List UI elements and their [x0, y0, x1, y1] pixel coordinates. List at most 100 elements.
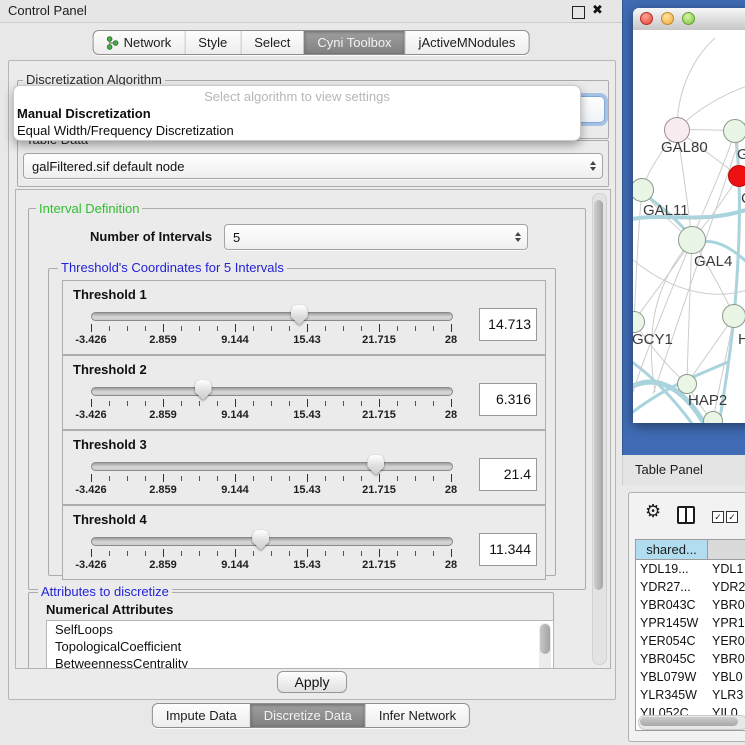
tick-label: 28 — [445, 559, 457, 571]
column-header-name[interactable]: na — [708, 540, 745, 560]
tick-label: 21.715 — [362, 559, 396, 571]
cyni-toolbox-panel: Discretization Algorithm Select algorith… — [8, 60, 616, 700]
slider-tick-labels: -3.4262.8599.14415.4321.71528 — [91, 334, 451, 348]
numerical-attributes-label: Numerical Attributes — [46, 602, 173, 617]
slider-thumb[interactable] — [291, 305, 308, 325]
tab-infer-network[interactable]: Infer Network — [365, 704, 469, 727]
slider-major-ticks — [91, 324, 452, 332]
minimize-traffic-light-icon[interactable] — [661, 12, 674, 25]
close-icon[interactable]: ✖ — [592, 2, 603, 18]
node-label: HAP2 — [688, 392, 727, 409]
settings-scrollbar[interactable] — [592, 193, 607, 665]
node-label: GA — [737, 146, 745, 163]
table-row[interactable]: YBR043CYBR0 — [636, 596, 745, 614]
table-data-combobox[interactable]: galFiltered.sif default node — [23, 153, 603, 179]
tab-select[interactable]: Select — [240, 31, 303, 54]
slider-track[interactable] — [91, 387, 453, 396]
panel-title: Control Panel — [8, 3, 87, 18]
network-window-titlebar — [633, 8, 745, 31]
tick-label: 15.43 — [293, 484, 321, 496]
table-panel-body: ⚙ ✓ ✓ shared... na YDL19...YDL1 YDR27...… — [622, 485, 745, 745]
list-item[interactable]: TopologicalCoefficient — [47, 638, 553, 655]
split-columns-icon[interactable] — [677, 506, 695, 524]
network-window-frame: GAL80 GA C GAL11 GAL4 GCY1 H HAP2 — [622, 0, 745, 455]
network-node-highlighted[interactable] — [728, 165, 745, 187]
threshold-1-slider[interactable]: -3.4262.8599.14415.4321.71528 — [63, 281, 545, 354]
threshold-3-value-field[interactable]: 21.4 — [479, 458, 537, 491]
slider-tick-labels: -3.4262.8599.14415.4321.71528 — [91, 484, 451, 498]
network-node[interactable] — [723, 119, 745, 143]
checkbox-icon[interactable]: ✓ — [726, 511, 738, 523]
slider-thumb[interactable] — [195, 380, 212, 400]
list-scrollbar[interactable] — [539, 623, 551, 669]
table-row[interactable]: YDL19...YDL1 — [636, 560, 745, 578]
network-icon — [107, 36, 119, 50]
tab-network[interactable]: Network — [94, 31, 185, 54]
checkbox-icon[interactable]: ✓ — [712, 511, 724, 523]
settings-scroll-area: Interval Definition Number of Intervals … — [15, 189, 611, 669]
table-row[interactable]: YBR045CYBR0 — [636, 650, 745, 668]
tick-label: 2.859 — [149, 559, 177, 571]
dropdown-option-manual[interactable]: Manual Discretization — [14, 105, 580, 122]
threshold-2-value-field[interactable]: 6.316 — [479, 383, 537, 416]
column-header-shared-name[interactable]: shared... — [636, 540, 708, 560]
threshold-3-slider[interactable]: -3.4262.8599.14415.4321.71528 — [63, 431, 545, 504]
close-traffic-light-icon[interactable] — [640, 12, 653, 25]
threshold-2-panel: Threshold 2 -3.4262.8599.14415.4321.7152… — [62, 355, 546, 430]
table-row[interactable]: YPR145WYPR1 — [636, 614, 745, 632]
node-label: GAL11 — [643, 202, 689, 219]
attributes-group-label: Attributes to discretize — [38, 584, 172, 599]
list-item[interactable]: BetweennessCentrality — [47, 655, 553, 669]
tick-label: 28 — [445, 484, 457, 496]
table-row[interactable]: YLR345WYLR3 — [636, 686, 745, 704]
table-row[interactable]: YDR27...YDR2 — [636, 578, 745, 596]
network-node[interactable] — [722, 304, 745, 328]
tick-label: -3.426 — [75, 484, 106, 496]
tab-label: Infer Network — [379, 704, 456, 727]
tick-label: 9.144 — [221, 409, 249, 421]
slider-track[interactable] — [91, 312, 453, 321]
threshold-2-slider[interactable]: -3.4262.8599.14415.4321.71528 — [63, 356, 545, 429]
node-label: GCY1 — [633, 331, 673, 348]
tick-label: 15.43 — [293, 409, 321, 421]
list-item[interactable]: SelfLoops — [47, 621, 553, 638]
dropdown-option-equal-width[interactable]: Equal Width/Frequency Discretization — [14, 122, 580, 139]
network-canvas[interactable]: GAL80 GA C GAL11 GAL4 GCY1 H HAP2 — [633, 30, 745, 423]
table-horizontal-scrollbar[interactable] — [638, 715, 745, 730]
tab-discretize-data[interactable]: Discretize Data — [250, 704, 365, 727]
tab-label: Select — [254, 31, 290, 54]
network-node[interactable] — [678, 226, 706, 254]
slider-major-ticks — [91, 474, 452, 482]
slider-track[interactable] — [91, 462, 453, 471]
thresholds-group-label: Threshold's Coordinates for 5 Intervals — [58, 260, 287, 275]
table-panel-inner: ⚙ ✓ ✓ shared... na YDL19...YDL1 YDR27...… — [628, 492, 745, 742]
tick-label: 2.859 — [149, 409, 177, 421]
tab-jactivemnodules[interactable]: jActiveMNodules — [405, 31, 529, 54]
slider-thumb[interactable] — [367, 455, 384, 475]
apply-button[interactable]: Apply — [277, 671, 347, 693]
tick-label: 2.859 — [149, 334, 177, 346]
gear-icon[interactable]: ⚙ — [645, 501, 661, 522]
tab-cyni-toolbox[interactable]: Cyni Toolbox — [303, 31, 404, 54]
tick-label: -3.426 — [75, 334, 106, 346]
table-row[interactable]: YBL079WYBL0 — [636, 668, 745, 686]
tick-label: 21.715 — [362, 484, 396, 496]
tick-label: 28 — [445, 334, 457, 346]
threshold-4-value-field[interactable]: 11.344 — [479, 533, 537, 566]
slider-tick-labels: -3.4262.8599.14415.4321.71528 — [91, 409, 451, 423]
tab-impute-data[interactable]: Impute Data — [153, 704, 250, 727]
slider-thumb[interactable] — [252, 530, 269, 550]
algorithm-dropdown-popup: Select algorithm to view settings Manual… — [13, 85, 581, 141]
number-of-intervals-combobox[interactable]: 5 — [224, 224, 528, 250]
zoom-traffic-light-icon[interactable] — [682, 12, 695, 25]
threshold-4-slider[interactable]: -3.4262.8599.14415.4321.71528 — [63, 506, 545, 579]
table-row[interactable]: YER054CYER0 — [636, 632, 745, 650]
threshold-1-value-field[interactable]: 14.713 — [479, 308, 537, 341]
tab-label: jActiveMNodules — [419, 31, 516, 54]
interval-definition-label: Interval Definition — [36, 201, 142, 216]
network-node[interactable] — [677, 374, 697, 394]
tick-label: -3.426 — [75, 559, 106, 571]
slider-track[interactable] — [91, 537, 453, 546]
tab-style[interactable]: Style — [184, 31, 240, 54]
float-window-icon[interactable] — [572, 6, 585, 19]
